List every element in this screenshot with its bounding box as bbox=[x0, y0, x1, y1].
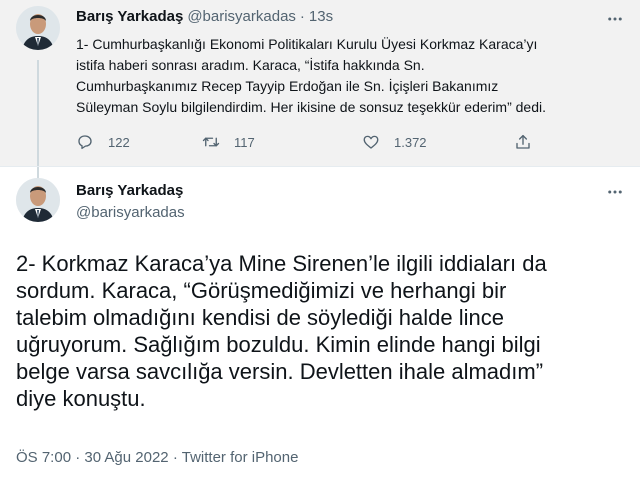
avatar[interactable] bbox=[16, 6, 60, 50]
tweet-text-line: Cumhurbaşkanımız Recep Tayyip Erdoğan il… bbox=[76, 78, 499, 94]
separator-dot: · bbox=[172, 449, 178, 466]
separator-dot: · bbox=[299, 8, 305, 25]
share-button[interactable] bbox=[514, 130, 546, 154]
like-icon bbox=[363, 135, 379, 149]
author-handle[interactable]: @barisyarkadas bbox=[76, 204, 185, 221]
reply-count: 122 bbox=[108, 134, 130, 150]
share-icon bbox=[516, 134, 530, 149]
tweet-text: 2- Korkmaz Karaca’ya Mine Sirenen’le ilg… bbox=[16, 250, 632, 412]
tweet-time[interactable]: ÖS 7:00 bbox=[16, 449, 71, 466]
reply-icon bbox=[78, 135, 92, 150]
tweet-text-line: talebim olmadığını kendisi de söylediği … bbox=[16, 305, 504, 330]
tweet-text-line: istifa haberi sonrası aradım. Karaca, “İ… bbox=[76, 57, 425, 73]
author-name[interactable]: Barış Yarkadaş bbox=[76, 8, 183, 25]
tweet-header: Barış Yarkadaş @barisyarkadas · 13s bbox=[76, 8, 333, 28]
divider bbox=[0, 166, 640, 167]
retweet-count: 117 bbox=[234, 134, 255, 150]
more-icon[interactable] bbox=[606, 183, 624, 201]
tweet-text-line: 1- Cumhurbaşkanlığı Ekonomi Politikaları… bbox=[76, 36, 538, 52]
like-count: 1.372 bbox=[394, 134, 427, 150]
retweet-button[interactable]: 117 bbox=[202, 130, 255, 154]
separator-dot: · bbox=[75, 449, 81, 466]
author-handle[interactable]: @barisyarkadas bbox=[187, 8, 296, 25]
tweet-text-line: belge varsa savcılığa versin. Devletten … bbox=[16, 359, 544, 384]
tweet-actions: 122 117 1.372 bbox=[76, 130, 546, 154]
avatar[interactable] bbox=[16, 178, 60, 222]
tweet-text-line: diye konuştu. bbox=[16, 386, 146, 411]
tweet-meta: ÖS 7:00 · 30 Ağu 2022 · Twitter for iPho… bbox=[16, 449, 298, 466]
tweet-text: 1- Cumhurbaşkanlığı Ekonomi Politikaları… bbox=[76, 34, 628, 118]
reply-button[interactable]: 122 bbox=[76, 130, 130, 154]
thread-line bbox=[37, 60, 39, 182]
tweet-text-line: sordum. Karaca, “Görüşmediğimizi ve herh… bbox=[16, 278, 507, 303]
like-button[interactable]: 1.372 bbox=[362, 130, 427, 154]
tweet-text-line: 2- Korkmaz Karaca’ya Mine Sirenen’le ilg… bbox=[16, 251, 547, 276]
author-name[interactable]: Barış Yarkadaş bbox=[76, 182, 183, 199]
tweet-text-line: uğruyorum. Sağlığım bozuldu. Kimin elind… bbox=[16, 332, 541, 357]
tweet-time[interactable]: 13s bbox=[309, 8, 333, 25]
more-icon[interactable] bbox=[606, 10, 624, 28]
retweet-icon bbox=[202, 137, 220, 147]
tweet-date[interactable]: 30 Ağu 2022 bbox=[84, 449, 168, 466]
parent-tweet[interactable]: Barış Yarkadaş @barisyarkadas · 13s 1- C… bbox=[0, 0, 640, 182]
tweet-source[interactable]: Twitter for iPhone bbox=[182, 449, 299, 466]
tweet-text-line: Süleyman Soylu bilgilendirdim. Her ikisi… bbox=[76, 99, 546, 115]
